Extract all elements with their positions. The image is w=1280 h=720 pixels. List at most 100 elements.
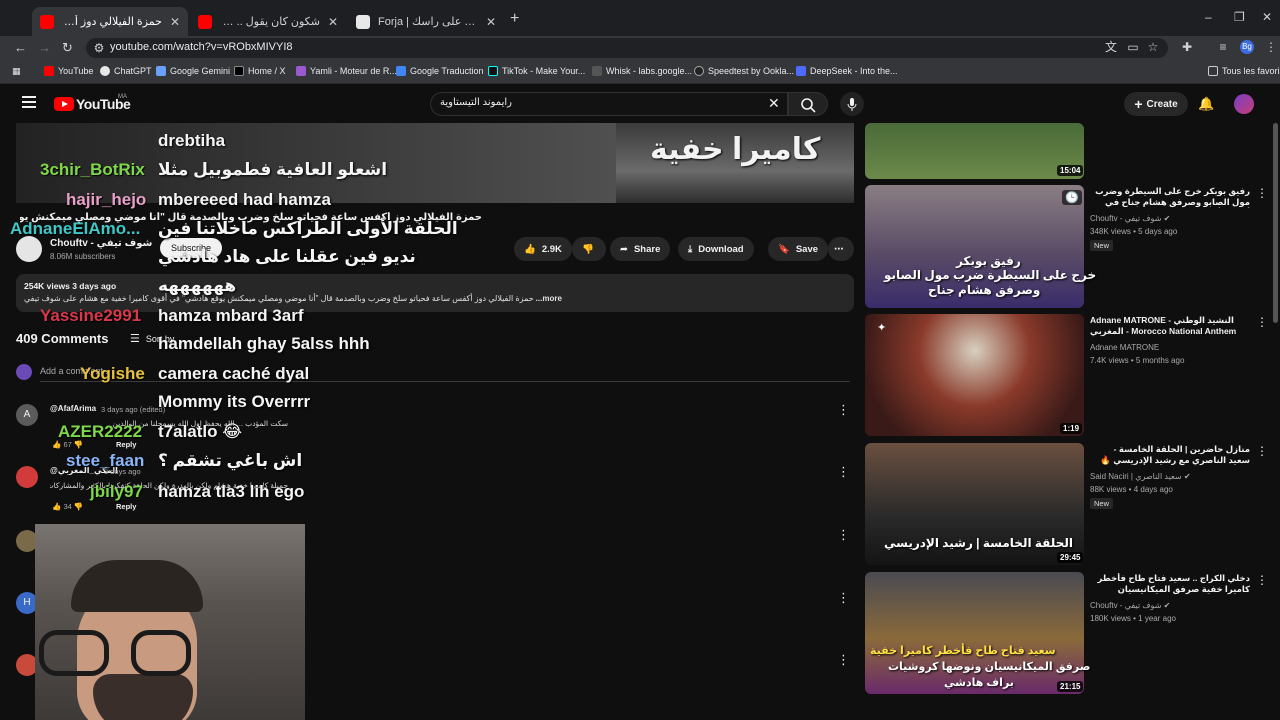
recommended-channel[interactable]: Said Naciri | سعيد الناصري ✔ — [1090, 472, 1191, 481]
browser-profile-avatar[interactable]: Bg — [1240, 40, 1254, 54]
thumbs-up-icon: 👍 — [524, 243, 536, 255]
bookmark-label: Speedtest by Ookla... — [708, 66, 795, 76]
comment-menu-icon[interactable]: ⋮ — [837, 652, 850, 668]
bookmark-label: Google Gemini — [170, 66, 231, 76]
thumbs-up-icon[interactable]: 👍 — [52, 502, 61, 511]
channel-avatar[interactable] — [16, 236, 42, 262]
chat-username: jbily97 — [90, 482, 143, 501]
maximize-button[interactable]: ❐ — [1234, 10, 1245, 24]
bookmark-deepseek[interactable]: DeepSeek - Into the... — [796, 66, 898, 76]
back-button[interactable]: ← — [14, 40, 27, 55]
reload-button[interactable]: ↻ — [62, 40, 73, 56]
bookmark-youtube[interactable]: YouTube — [44, 66, 93, 76]
save-button[interactable]: 🔖 Save — [768, 237, 829, 261]
recommended-menu-icon[interactable]: ⋮ — [1256, 186, 1268, 200]
recommended-channel[interactable]: Adnane MATRONE — [1090, 343, 1159, 352]
recommended-menu-icon[interactable]: ⋮ — [1256, 444, 1268, 458]
tab-close-icon[interactable]: ✕ — [170, 15, 180, 29]
reply-button[interactable]: Reply — [116, 502, 136, 511]
sparkle-icon: ✦ — [877, 322, 887, 334]
dislike-button[interactable]: 👎 — [572, 237, 606, 261]
browser-menu-icon[interactable]: ⋮ — [1264, 40, 1278, 54]
thumbnail-text: خرج على السيطرة ضرب مول الصابو — [884, 268, 1097, 282]
recommended-menu-icon[interactable]: ⋮ — [1256, 573, 1268, 587]
thumbs-down-icon[interactable]: 👎 — [74, 502, 83, 511]
browser-tab-active[interactable]: حمزة الفيلالي دوز أكفس ساعة فـ ✕ — [32, 7, 188, 36]
comment-menu-icon[interactable]: ⋮ — [837, 590, 850, 606]
browser-tab[interactable]: Forja | ضحك على راسك ✕ — [348, 7, 504, 36]
recommended-channel[interactable]: Chouftv - شوف تيفي ✔ — [1090, 214, 1170, 223]
like-button[interactable]: 👍 2.9K — [514, 237, 572, 261]
notifications-bell-icon[interactable]: 🔔 — [1198, 96, 1214, 112]
chat-message: ههههههه — [158, 276, 237, 295]
bookmark-chatgpt[interactable]: ChatGPT — [100, 66, 152, 76]
cast-icon[interactable]: ▭ — [1126, 40, 1140, 54]
chat-message: نديو فين عقلنا على هاد هادشي — [158, 247, 416, 266]
recommended-title[interactable]: منازل حاضرين | الحلقة الخامسة - سعيد الن… — [1090, 444, 1250, 466]
media-icon[interactable]: ≡ — [1216, 40, 1230, 54]
new-tab-button[interactable]: + — [510, 10, 519, 28]
forward-button[interactable]: → — [38, 40, 51, 55]
chat-username: AZER2222 — [58, 422, 143, 441]
channel-name[interactable]: Chouftv - شوف تيفي — [50, 238, 152, 249]
hamburger-menu-icon[interactable] — [22, 96, 36, 108]
bookmark-tiktok[interactable]: TikTok - Make Your... — [488, 66, 585, 76]
verified-icon: ✔ — [1183, 472, 1191, 481]
bookmark-gemini[interactable]: Google Gemini — [156, 66, 230, 76]
video-duration: 15:04 — [1057, 165, 1084, 176]
apps-icon[interactable]: ▦ — [12, 66, 21, 77]
bookmark-yamli[interactable]: Yamli - Moteur de R... — [296, 66, 397, 76]
chat-username: hajir_hejo — [66, 190, 147, 209]
minimize-button[interactable]: – — [1205, 10, 1212, 24]
url-text[interactable]: youtube.com/watch?v=vRObxMIVYI8 — [110, 41, 293, 53]
create-button[interactable]: + Create — [1124, 92, 1188, 116]
comment-avatar[interactable]: A — [16, 404, 38, 426]
all-bookmarks-button[interactable]: Tous les favoris — [1208, 66, 1280, 76]
recommended-thumbnail[interactable] — [865, 314, 1084, 436]
comment-author[interactable]: @AfafArima — [50, 404, 96, 413]
close-window-button[interactable]: ✕ — [1262, 10, 1272, 24]
chat-message: drebtiha — [158, 131, 226, 150]
bookmark-speedtest[interactable]: Speedtest by Ookla... — [694, 66, 794, 76]
tab-close-icon[interactable]: ✕ — [328, 15, 338, 29]
comment-menu-icon[interactable]: ⋮ — [837, 464, 850, 480]
recommended-title[interactable]: دخلي الكراج .. سعيد فتاح طاح فأخطر كامير… — [1090, 573, 1251, 595]
youtube-logo-icon[interactable] — [54, 97, 74, 111]
translate-icon[interactable]: 文 — [1104, 40, 1118, 54]
more-link[interactable]: ...more — [536, 294, 562, 303]
extensions-icon[interactable]: ✚ — [1180, 40, 1194, 54]
bookmark-x[interactable]: Home / X — [234, 66, 286, 76]
clear-search-icon[interactable]: ✕ — [768, 95, 780, 112]
download-button[interactable]: ⤓ Download — [678, 237, 754, 261]
comment-count: 409 Comments — [16, 331, 109, 346]
comment-menu-icon[interactable]: ⋮ — [837, 527, 850, 543]
site-info-icon[interactable]: ⚙ — [92, 41, 106, 55]
tiktok-icon — [488, 66, 498, 76]
recommended-thumbnail[interactable] — [865, 123, 1084, 179]
user-avatar[interactable] — [1234, 94, 1254, 114]
chat-message: الحلقة الأولى الطراكس ماخلاتنا فين — [158, 219, 458, 238]
recommended-channel[interactable]: Chouftv - شوف تيفي ✔ — [1090, 601, 1170, 610]
recommended-title[interactable]: Adnane MATRONE - النشيد الوطني المغربي -… — [1090, 315, 1250, 337]
bookmark-translate[interactable]: Google Traduction — [396, 66, 484, 76]
description-box[interactable] — [16, 274, 854, 312]
gemini-icon — [156, 66, 166, 76]
comment-avatar[interactable] — [16, 466, 38, 488]
watch-later-icon[interactable]: 🕒 — [1062, 190, 1082, 205]
video-overlay-title: كاميرا خفية — [650, 133, 821, 166]
tab-close-icon[interactable]: ✕ — [486, 15, 496, 29]
search-value[interactable]: رايموند التيستاوية — [440, 97, 512, 108]
bookmark-whisk[interactable]: Whisk - labs.google... — [592, 66, 692, 76]
browser-tab[interactable]: شكون كان يقول .. وسيمة المبل ✕ — [190, 7, 346, 36]
bookmark-star-icon[interactable]: ☆ — [1146, 40, 1160, 54]
more-actions-button[interactable]: ⋯ — [828, 237, 854, 261]
recommended-title[interactable]: رفيق بوبكر خرج على السيطرة وضرب مول الصا… — [1090, 186, 1250, 208]
voice-search-button[interactable] — [840, 92, 864, 116]
bookmark-label: YouTube — [58, 66, 94, 76]
region-code: MA — [118, 94, 127, 100]
share-button[interactable]: ➦ Share — [610, 237, 671, 261]
comment-menu-icon[interactable]: ⋮ — [837, 402, 850, 418]
recommended-menu-icon[interactable]: ⋮ — [1256, 315, 1268, 329]
search-button[interactable] — [788, 92, 828, 116]
page-scrollbar[interactable] — [1273, 123, 1278, 323]
